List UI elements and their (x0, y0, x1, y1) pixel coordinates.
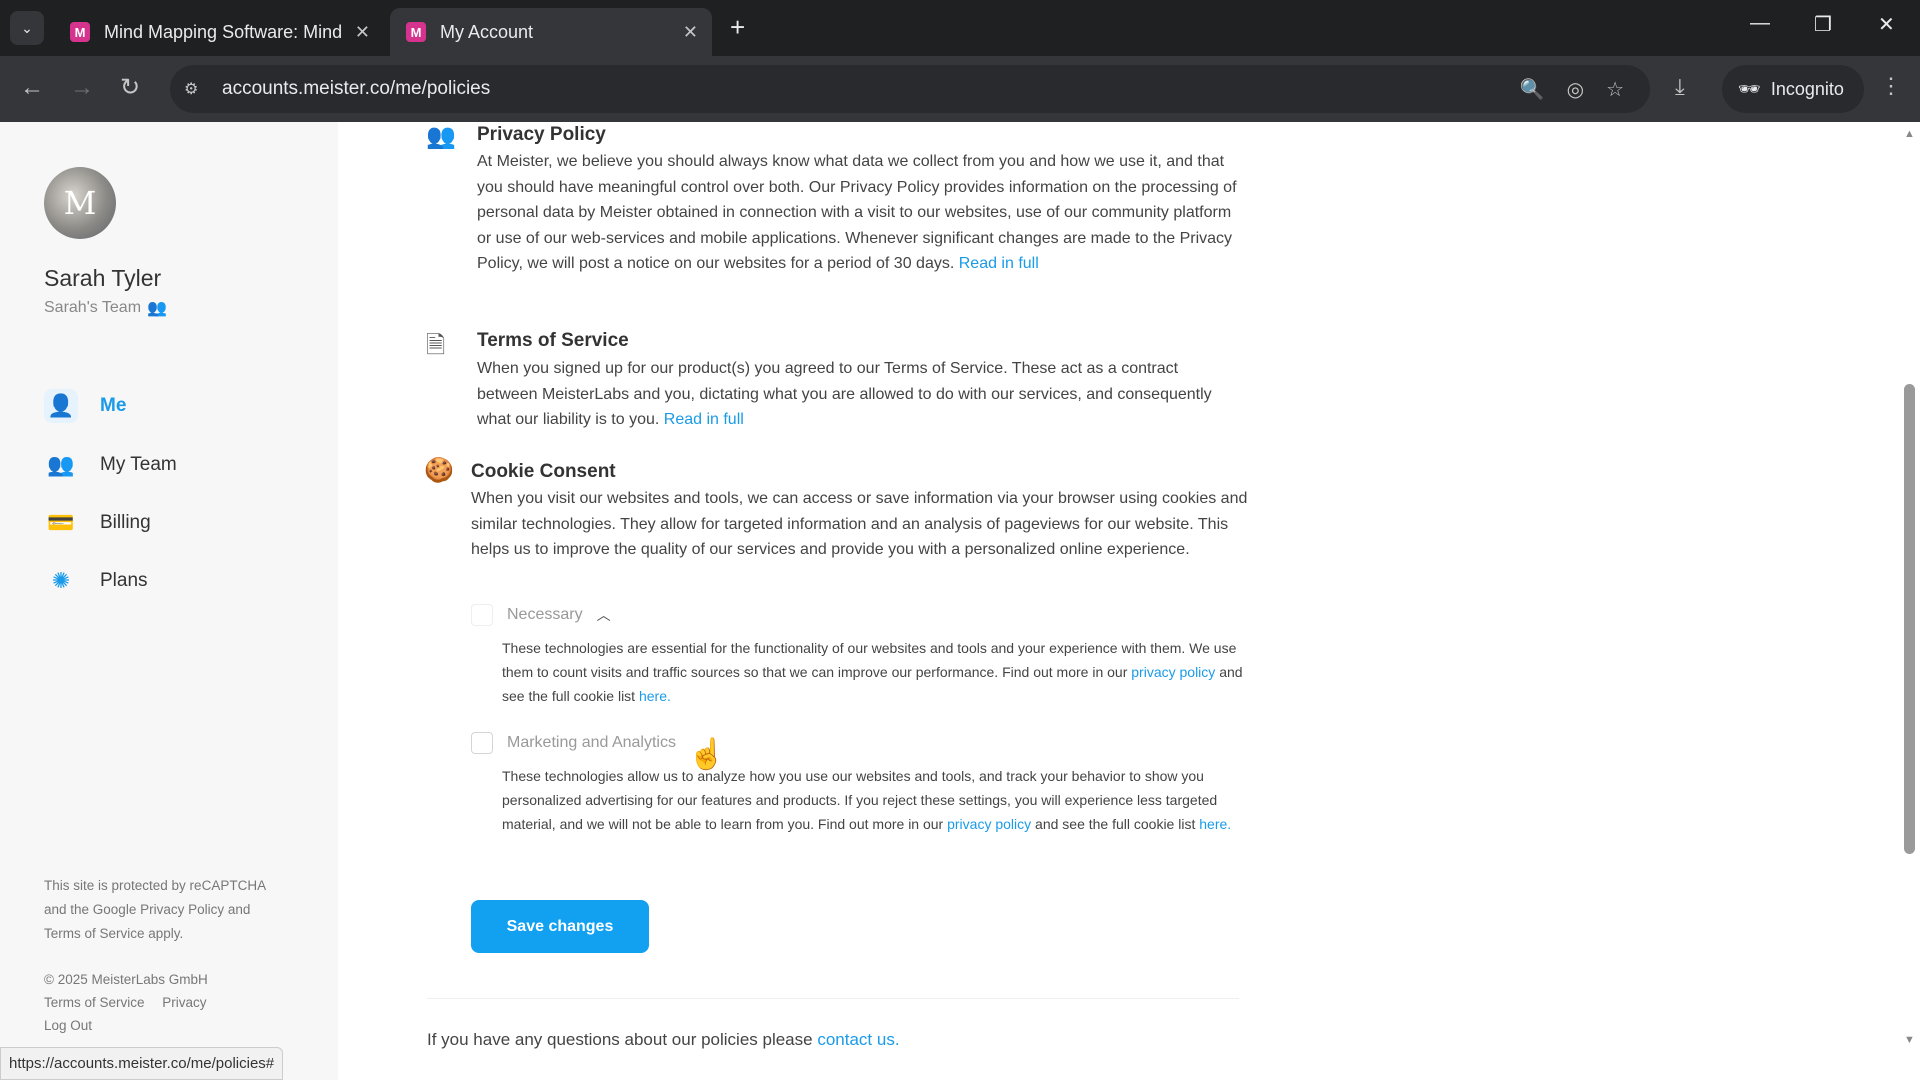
browser-tab-my-account[interactable]: M My Account ✕ (390, 8, 712, 56)
incognito-badge[interactable]: 🕶 Incognito (1722, 65, 1864, 113)
sidebar-footer: © 2025 MeisterLabs GmbH Terms of Service… (44, 968, 221, 1037)
forward-arrow-icon[interactable]: → (70, 73, 94, 103)
link-status-bar: https://accounts.meister.co/me/policies# (0, 1047, 284, 1080)
zoom-icon[interactable]: 🔍 (1520, 77, 1545, 102)
cookie-list-link[interactable]: here. (639, 688, 671, 704)
browser-tab-mindmapping[interactable]: M Mind Mapping Software: Mind ✕ (54, 8, 384, 56)
reload-icon[interactable]: ↻ (120, 73, 140, 103)
download-icon[interactable]: ⤓ (1675, 74, 1685, 100)
recaptcha-line: Terms of Service apply. (44, 926, 184, 941)
sidebar-item-plans[interactable]: ✺ Plans (44, 564, 148, 598)
window-close-icon[interactable]: ✕ (1878, 12, 1895, 37)
marketing-description: These technologies allow us to analyze h… (502, 764, 1252, 836)
privacy-read-more-link[interactable]: Read in full (959, 255, 1039, 272)
cookie-list-link[interactable]: here. (1199, 816, 1231, 832)
sidebar-item-me[interactable]: 👤 Me (44, 389, 126, 423)
browser-tab-strip: ⌄ M Mind Mapping Software: Mind ✕ M My A… (0, 0, 1920, 56)
eye-off-icon[interactable]: ◎ (1567, 77, 1584, 102)
sidebar-item-label: My Team (100, 454, 177, 475)
terms-text: When you signed up for our product(s) yo… (477, 360, 1212, 428)
necessary-description: These technologies are essential for the… (502, 636, 1252, 708)
necessary-checkbox (471, 604, 493, 626)
footer-link-terms[interactable]: Terms of Service (44, 995, 145, 1010)
billing-icon: 💳 (47, 510, 75, 535)
marketing-text-mid: and see the full cookie list (1035, 816, 1196, 832)
cookie-icon: 🍪 (424, 457, 454, 484)
user-name: Sarah Tyler (44, 265, 162, 291)
browser-menu-icon[interactable]: ⋮ (1880, 73, 1902, 99)
recaptcha-line: and the Google Privacy Policy and (44, 902, 251, 917)
hand-cursor-icon: ☝ (688, 738, 726, 771)
divider (427, 998, 1239, 999)
privacy-policy-title: Privacy Policy (477, 124, 606, 145)
contact-us-link[interactable]: contact us. (817, 1030, 899, 1049)
terms-title: Terms of Service (477, 330, 629, 351)
avatar[interactable]: M (44, 167, 116, 239)
tab-title: My Account (440, 21, 534, 42)
incognito-label: Incognito (1770, 78, 1844, 99)
scroll-down-arrow-icon[interactable]: ▼ (1904, 1034, 1915, 1046)
marketing-option[interactable]: Marketing and Analytics (471, 732, 676, 754)
sidebar-item-my-team[interactable]: 👥 My Team (44, 448, 177, 482)
team-icon: 👥 (47, 452, 75, 477)
questions-text: If you have any questions about our poli… (427, 1030, 900, 1050)
sidebar-item-label: Billing (100, 512, 151, 533)
copyright: © 2025 MeisterLabs GmbH (44, 972, 208, 987)
cookie-consent-title: Cookie Consent (471, 461, 616, 482)
minimize-icon[interactable]: — (1750, 12, 1770, 35)
sidebar-item-label: Plans (100, 570, 148, 591)
star-icon[interactable]: ☆ (1606, 77, 1624, 102)
document-icon: 🗎 (426, 332, 446, 359)
scrollbar-thumb[interactable] (1904, 384, 1915, 854)
people-icon: 👥 (426, 123, 456, 150)
privacy-policy-link[interactable]: privacy policy (1131, 664, 1215, 680)
url-text: accounts.meister.co/me/policies (222, 78, 491, 99)
chevron-down-icon: ⌄ (21, 19, 33, 36)
logout-link[interactable]: Log Out (44, 1014, 221, 1037)
privacy-policy-body: At Meister, we believe you should always… (477, 149, 1237, 277)
privacy-policy-link[interactable]: privacy policy (947, 816, 1031, 832)
meister-favicon-icon: M (70, 22, 90, 42)
site-settings-icon[interactable]: ⚙ (184, 79, 208, 99)
terms-read-more-link[interactable]: Read in full (664, 411, 744, 428)
necessary-label: Necessary (507, 606, 583, 623)
marketing-checkbox[interactable] (471, 732, 493, 754)
team-name: Sarah's Team (44, 299, 142, 316)
marketing-label[interactable]: Marketing and Analytics (507, 734, 676, 752)
meister-favicon-icon: M (406, 22, 426, 42)
chevron-up-icon[interactable]: ︿ (597, 605, 611, 625)
necessary-option: Necessary ︿ (471, 604, 611, 626)
account-sidebar: M Sarah Tyler Sarah's Team 👥 👤 Me 👥 My T… (0, 122, 338, 1080)
user-team: Sarah's Team 👥 (44, 298, 167, 318)
browser-toolbar: ← → ↻ ⚙ accounts.meister.co/me/policies … (0, 56, 1920, 122)
new-tab-button[interactable]: + (730, 14, 745, 40)
recaptcha-notice: This site is protected by reCAPTCHA and … (44, 874, 266, 946)
close-icon[interactable]: ✕ (683, 22, 698, 43)
sidebar-item-billing[interactable]: 💳 Billing (44, 506, 151, 540)
sidebar-item-label: Me (100, 395, 127, 416)
back-arrow-icon[interactable]: ← (20, 73, 44, 103)
tab-title: Mind Mapping Software: Mind (104, 21, 343, 42)
restore-icon[interactable]: ❐ (1814, 12, 1832, 37)
cookie-consent-body: When you visit our websites and tools, w… (471, 490, 1248, 558)
recaptcha-line: This site is protected by reCAPTCHA (44, 878, 267, 893)
scroll-up-arrow-icon[interactable]: ▲ (1904, 128, 1915, 140)
save-changes-button[interactable]: Save changes (471, 900, 649, 953)
address-bar[interactable]: ⚙ accounts.meister.co/me/policies 🔍 ◎ ☆ (170, 65, 1650, 113)
plans-icon: ✺ (51, 568, 71, 593)
tab-search-button[interactable]: ⌄ (10, 11, 44, 45)
footer-link-privacy[interactable]: Privacy (162, 995, 206, 1010)
privacy-policy-text: At Meister, we believe you should always… (477, 153, 1237, 272)
team-icon: 👥 (147, 300, 167, 317)
terms-body: When you signed up for our product(s) yo… (477, 356, 1237, 433)
necessary-text: These technologies are essential for the… (502, 640, 1237, 680)
me-icon: 👤 (44, 389, 78, 423)
close-icon[interactable]: ✕ (355, 22, 370, 43)
questions-label: If you have any questions about our poli… (427, 1030, 813, 1049)
incognito-icon: 🕶 (1738, 78, 1761, 99)
